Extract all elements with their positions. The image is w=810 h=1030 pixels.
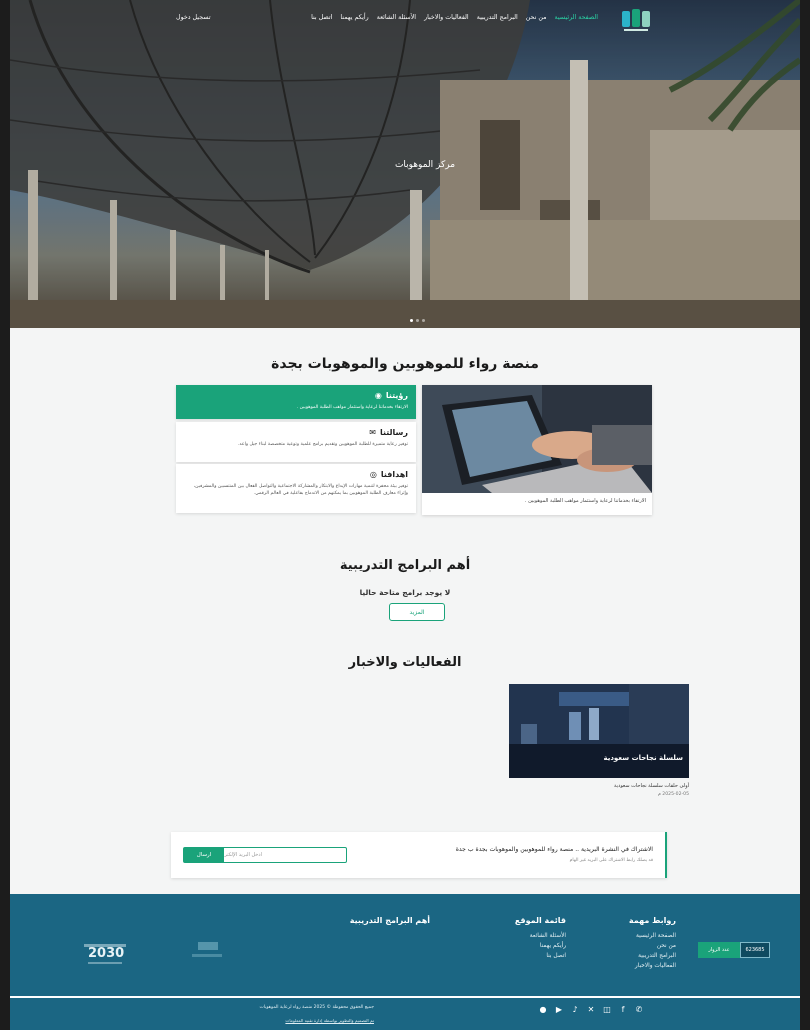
mission-card: رسالتنا ✉ توفير رعاية متميزة للطلبة المو… (176, 422, 416, 462)
facebook-icon[interactable]: f (618, 1004, 628, 1014)
ministry-logo (192, 942, 222, 957)
footer-important-links: روابط مهمة الصفحة الرئيسية من نحن البرام… (629, 916, 676, 972)
vision-heading: رؤيتنا ◉ (184, 391, 408, 400)
about-image-card: الارتقاء بخدماتنا لرعاية واستثمار مواهب … (422, 385, 652, 515)
page: الصفحة الرئيسية من نحن البرامج التدريبية… (10, 0, 800, 1030)
vision-2030-text: 2030 (88, 946, 125, 961)
footer-menu-link[interactable]: اتصل بنا (515, 951, 566, 961)
hero-title-wrap: مركز الموهوبات (10, 160, 800, 170)
carousel-dot[interactable] (422, 319, 425, 322)
footer-programs: أهم البرامج التدريبية (350, 916, 430, 931)
about-title: منصة رواء للموهوبين والموهوبات بجدة (271, 356, 539, 372)
footer-menu-title: قائمة الموقع (514, 916, 566, 925)
footer-links-title: روابط مهمة (628, 916, 676, 925)
goals-title: اهدافنا (380, 470, 408, 479)
tiktok-icon[interactable]: ♪ (570, 1004, 580, 1014)
carousel-dot-active[interactable] (410, 319, 413, 322)
footer-menu-link[interactable]: الأسئلة الشائعة (515, 931, 566, 941)
footer-link[interactable]: من نحن (629, 941, 676, 951)
top-navbar: الصفحة الرئيسية من نحن البرامج التدريبية… (10, 0, 800, 40)
goals-card: اهدافنا ◎ توفير بيئة محفزة لتنمية مهارات… (176, 464, 416, 513)
footer-link[interactable]: البرامج التدريبية (629, 951, 676, 961)
goals-heading: اهدافنا ◎ (184, 470, 408, 479)
target-icon: ◎ (369, 470, 377, 479)
event-title[interactable]: أولى حلقات سلسلة نجاحات سعودية (509, 783, 689, 789)
copyright-text: جميع الحقوق محفوظة © 2025 منصة رواء لرعا… (259, 1005, 374, 1010)
credits-link[interactable]: تم التصميم والتطوير بواسطة إدارة تقنية ا… (224, 1018, 374, 1023)
site-logo[interactable] (620, 7, 652, 33)
nav-home[interactable]: الصفحة الرئيسية (555, 14, 598, 21)
footer-link[interactable]: الفعاليات والاخبار (629, 961, 676, 971)
nav-links: الصفحة الرئيسية من نحن البرامج التدريبية… (311, 14, 598, 21)
vision-card: رؤيتنا ◉ الارتقاء بخدماتنا لرعاية واستثم… (176, 385, 416, 419)
event-card[interactable]: سلسلة نجاحات سعودية أولى حلقات سلسلة نجا… (509, 684, 689, 802)
visitor-counter: 623685 عدد الزوار (698, 942, 770, 958)
events-title: الفعاليات والاخبار (348, 655, 462, 670)
carousel-dot[interactable] (416, 319, 419, 322)
goals-text: توفير بيئة محفزة لتنمية مهارات الإبداع و… (193, 484, 408, 497)
mission-text: توفير رعاية متميزة للطلبة الموهوبين وتقد… (237, 442, 408, 447)
whatsapp-icon[interactable]: ✆ (634, 1004, 644, 1014)
visitor-label: عدد الزوار (698, 942, 740, 958)
eye-icon: ◉ (374, 391, 382, 400)
footer-site-menu: قائمة الموقع الأسئلة الشائعة رأيكم يهمنا… (515, 916, 566, 961)
more-programs-button[interactable]: المزيد (389, 603, 445, 621)
nav-programs[interactable]: البرامج التدريبية (477, 14, 518, 21)
social-icons: ● ▶ ♪ ✕ ◫ f ✆ (538, 1004, 644, 1014)
event-thumbnail[interactable]: سلسلة نجاحات سعودية (509, 684, 689, 778)
nav-events[interactable]: الفعاليات والاخبار (424, 14, 469, 21)
vision-text: الارتقاء بخدماتنا لرعاية واستثمار مواهب … (296, 405, 408, 410)
nav-contact[interactable]: اتصل بنا (311, 14, 332, 21)
visitor-count: 623685 (740, 942, 770, 958)
footer-programs-title: أهم البرامج التدريبية (349, 916, 430, 925)
event-date: 2025-02-05 م (657, 792, 689, 797)
footer-menu-link[interactable]: رأيكم يهمنا (515, 941, 566, 951)
about-image-caption: الارتقاء بخدماتنا لرعاية واستثمار مواهب … (524, 498, 646, 504)
laptop-photo (422, 385, 652, 493)
hero-title: مركز الموهوبات (394, 160, 456, 170)
programs-empty-message: لا يوجد برامج متاحة حاليا (359, 588, 451, 597)
mission-heading: رسالتنا ✉ (184, 428, 408, 437)
mission-title: رسالتنا (379, 428, 408, 437)
vision-2030-logo: 2030 (80, 938, 130, 968)
youtube-icon[interactable]: ▶ (554, 1004, 564, 1014)
event-overlay-title: سلسلة نجاحات سعودية (603, 754, 683, 762)
newsletter-subtitle: قد يصلك رابط الاشتراك على البريد غير اله… (569, 858, 653, 863)
hero-banner: الصفحة الرئيسية من نحن البرامج التدريبية… (10, 0, 800, 328)
carousel-dots (410, 319, 425, 322)
programs-title: أهم البرامج التدريبية (339, 558, 471, 573)
envelope-icon: ✉ (369, 428, 376, 437)
login-link[interactable]: تسجيل دخول (176, 14, 211, 21)
footer-divider (10, 996, 800, 998)
footer-link[interactable]: الصفحة الرئيسية (629, 931, 676, 941)
instagram-icon[interactable]: ◫ (602, 1004, 612, 1014)
event-photo (509, 684, 689, 778)
newsletter-box: الاشتراك في النشرة البريدية .. منصة رواء… (171, 832, 667, 878)
newsletter-title: الاشتراك في النشرة البريدية .. منصة رواء… (455, 846, 653, 853)
vision-title: رؤيتنا (385, 391, 408, 400)
newsletter-submit-button[interactable]: ارسال (184, 848, 224, 862)
twitter-icon[interactable]: ✕ (586, 1004, 596, 1014)
nav-about[interactable]: من نحن (526, 14, 547, 21)
nav-feedback[interactable]: رأيكم يهمنا (340, 14, 368, 21)
snapchat-icon[interactable]: ● (538, 1004, 548, 1014)
nav-faq[interactable]: الأسئلة الشائعة (377, 14, 416, 21)
